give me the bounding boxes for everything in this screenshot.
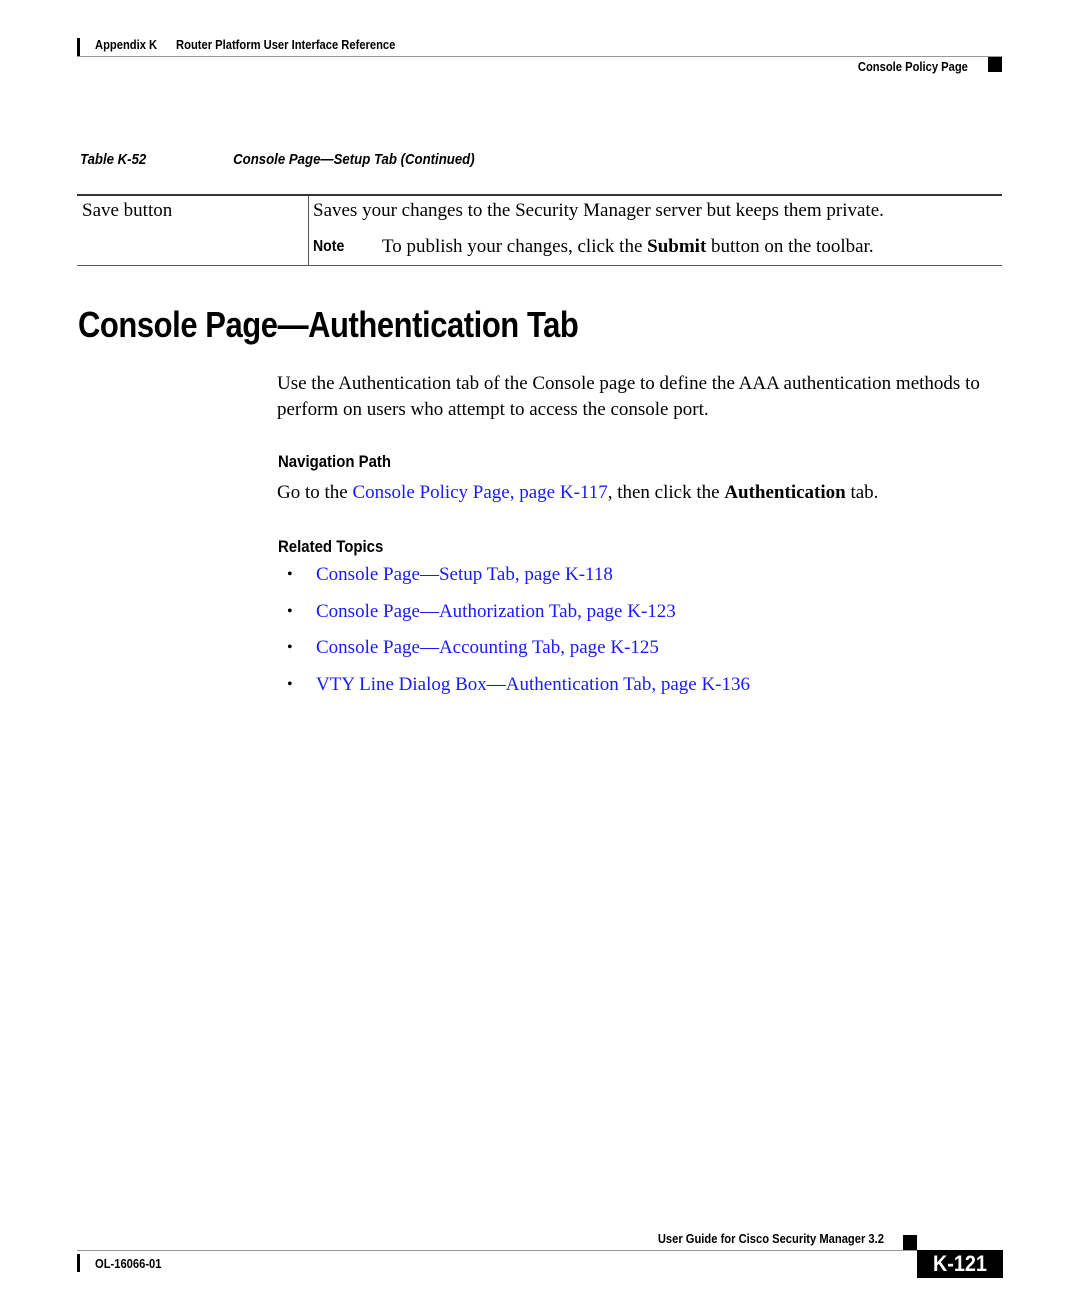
footer-doc-number: OL-16066-01: [95, 1256, 162, 1271]
table-column-divider: [308, 196, 309, 265]
note-bold-submit: Submit: [647, 236, 707, 257]
intro-paragraph: Use the Authentication tab of the Consol…: [277, 373, 980, 420]
table-caption-label: Table K-52: [80, 151, 147, 168]
table-caption-title: Console Page—Setup Tab (Continued): [233, 151, 475, 168]
appendix-label: Appendix K: [95, 37, 158, 52]
console-policy-page-link[interactable]: Console Policy Page, page K-117: [352, 482, 607, 503]
bullet-icon: •: [287, 639, 293, 656]
table-caption: Table K-52 Console Page—Setup Tab (Conti…: [80, 151, 475, 168]
section-header: Console Policy Page: [858, 59, 968, 74]
nav-text-middle: , then click the: [607, 482, 725, 503]
bullet-icon: •: [287, 675, 293, 693]
navigation-path-text: Go to the Console Policy Page, page K-11…: [277, 482, 878, 504]
related-link-authorization-tab[interactable]: Console Page—Authorization Tab, page K-1…: [316, 601, 676, 623]
table-top-rule: [77, 194, 1002, 196]
note-text: To publish your changes, click the Submi…: [382, 236, 874, 258]
note-label: Note: [313, 238, 345, 255]
related-link-accounting-tab[interactable]: Console Page—Accounting Tab, page K-125: [316, 637, 659, 659]
bullet-icon: •: [287, 566, 293, 583]
header-marker: [988, 57, 1002, 72]
footer-guide-title: User Guide for Cisco Security Manager 3.…: [657, 1231, 884, 1246]
page-number-badge: K-121: [917, 1250, 1003, 1278]
section-heading: Console Page—Authentication Tab: [78, 304, 579, 345]
related-link-vty-authentication-tab[interactable]: VTY Line Dialog Box—Authentication Tab, …: [316, 674, 750, 696]
related-topics-heading: Related Topics: [278, 537, 384, 556]
note-text-after: button on the toolbar.: [706, 236, 874, 257]
footer-left-bar: [77, 1254, 80, 1272]
nav-bold-authentication: Authentication: [724, 482, 846, 503]
chapter-title: Router Platform User Interface Reference: [176, 37, 396, 52]
navigation-path-heading: Navigation Path: [278, 452, 392, 471]
header-rule: [77, 56, 1002, 57]
nav-text-after: tab.: [845, 482, 879, 503]
page-number: K-121: [933, 1251, 987, 1276]
table-cell-element: Save button: [82, 200, 173, 221]
nav-text-before: Go to the: [277, 482, 353, 503]
footer-rule: [77, 1250, 917, 1251]
header-left-bar: [77, 38, 80, 56]
running-header: Appendix K Router Platform User Interface…: [95, 37, 395, 52]
related-link-setup-tab[interactable]: Console Page—Setup Tab, page K-118: [316, 564, 613, 586]
table-bottom-rule: [77, 265, 1002, 266]
table-cell-description: Saves your changes to the Security Manag…: [313, 200, 884, 221]
bullet-icon: •: [287, 602, 293, 620]
footer-marker: [903, 1235, 917, 1250]
note-text-before: To publish your changes, click the: [382, 236, 648, 257]
